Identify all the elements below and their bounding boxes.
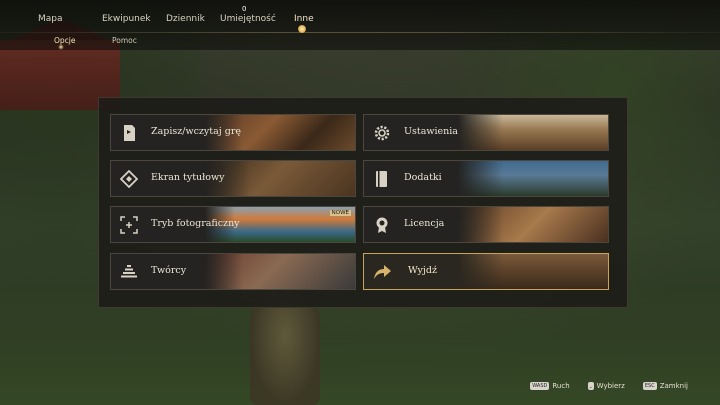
hint-label: Wybierz: [596, 382, 625, 390]
active-tab-indicator: [298, 25, 306, 33]
new-badge: NOWE: [329, 210, 351, 216]
menu-item-photo-mode[interactable]: NOWE Tryb fotograficzny: [110, 206, 356, 243]
menu-item-label: Dodatki: [404, 172, 442, 183]
menu-item-credits[interactable]: Twórcy: [110, 253, 356, 290]
tab-inventory[interactable]: Ekwipunek: [102, 14, 151, 24]
menu-item-label: Zapisz/wczytaj grę: [151, 126, 241, 137]
key-wasd: WASD: [530, 382, 550, 390]
menu-item-title-screen[interactable]: Ekran tytułowy: [110, 160, 356, 197]
quit-artwork: [458, 254, 608, 289]
settings-artwork: [458, 115, 608, 150]
menu-item-label: Twórcy: [151, 265, 187, 276]
menu-item-label: Ekran tytułowy: [151, 172, 225, 183]
key-space: ⎵: [587, 382, 594, 390]
tab-other[interactable]: Inne: [294, 14, 314, 24]
tab-skills[interactable]: 0 Umiejętność: [220, 5, 276, 24]
tab-map[interactable]: Mapa: [38, 14, 63, 24]
gear-icon: [372, 123, 392, 143]
tab-journal[interactable]: Dziennik: [166, 14, 205, 24]
medal-icon: [372, 215, 392, 235]
key-esc: ESC: [642, 382, 657, 390]
menu-item-license[interactable]: Licencja: [363, 206, 609, 243]
menu-item-label: Tryb fotograficzny: [151, 218, 240, 229]
active-subtab-indicator: [58, 44, 64, 50]
top-navigation: Mapa Ekwipunek Dziennik 0 Umiejętność In…: [0, 0, 720, 50]
menu-item-label: Ustawienia: [404, 126, 458, 137]
book-icon: [372, 169, 392, 189]
skill-points-badge: 0: [242, 5, 247, 13]
menu-item-label: Licencja: [404, 218, 445, 229]
hint-move: WASD Ruch: [530, 382, 570, 390]
nav-divider: [0, 32, 720, 33]
subtab-help[interactable]: Pomoc: [112, 36, 137, 45]
tab-skills-label: Umiejętność: [220, 14, 276, 24]
controls-hints: WASD Ruch ⎵ Wybierz ESC Zamknij: [518, 380, 688, 392]
hint-select: ⎵ Wybierz: [587, 382, 625, 390]
save-load-icon: [119, 123, 139, 143]
hint-close[interactable]: ESC Zamknij: [642, 382, 688, 390]
title-screen-artwork: [205, 161, 355, 196]
credits-artwork: [205, 254, 355, 289]
menu-item-save-load[interactable]: Zapisz/wczytaj grę: [110, 114, 356, 151]
camera-frame-icon: [119, 215, 139, 235]
menu-item-addons[interactable]: Dodatki: [363, 160, 609, 197]
menu-item-label: Wyjdź: [408, 265, 437, 276]
menu-item-quit[interactable]: Wyjdź: [363, 253, 609, 290]
main-tabs: Mapa Ekwipunek Dziennik 0 Umiejętność In…: [0, 5, 720, 30]
options-menu-panel: Zapisz/wczytaj grę Ustawienia Ekran tytu…: [98, 97, 628, 308]
addons-artwork: [458, 161, 608, 196]
menu-item-settings[interactable]: Ustawienia: [363, 114, 609, 151]
subtab-options[interactable]: Opcje: [54, 36, 76, 45]
title-screen-icon: [119, 169, 139, 189]
hint-label: Ruch: [552, 382, 570, 390]
credits-stack-icon: [119, 262, 139, 282]
license-artwork: [458, 207, 608, 242]
hint-label: Zamknij: [659, 382, 688, 390]
exit-arrow-icon: [372, 262, 392, 282]
